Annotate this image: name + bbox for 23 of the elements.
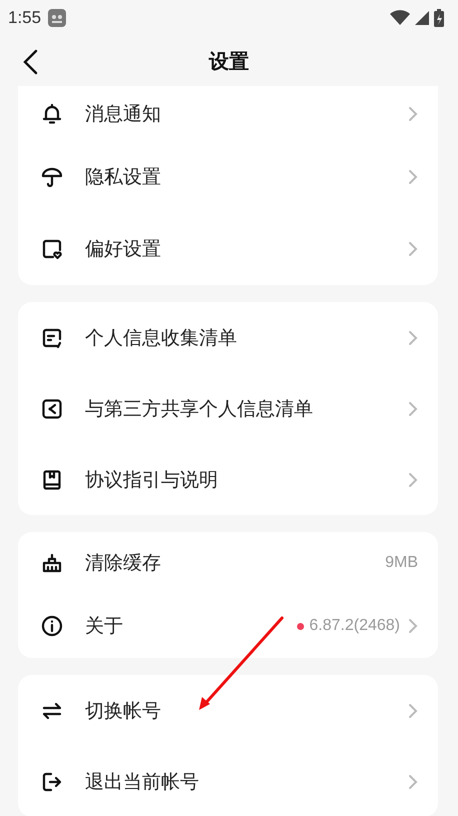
umbrella-icon [40, 165, 64, 189]
settings-item[interactable]: 个人信息收集清单 [85, 324, 237, 350]
settings-item[interactable]: 切换帐号 [85, 698, 161, 724]
app-notification-icon [47, 8, 68, 28]
page-title: 设置 [209, 48, 249, 74]
settings-item[interactable]: 协议指引与说明 [85, 466, 218, 492]
signal-icon [414, 10, 430, 26]
info-icon [40, 614, 64, 638]
bell-icon [40, 102, 64, 126]
status-time: 1:55 [8, 8, 42, 28]
settings-item[interactable]: 隐私设置 [85, 164, 161, 190]
setting-value: 6.87.2(2468) [309, 617, 400, 635]
settings-item[interactable]: 消息通知 [85, 101, 161, 127]
share-icon [40, 396, 64, 420]
battery-icon [434, 9, 444, 27]
settings-item[interactable]: 与第三方共享个人信息清单 [85, 396, 313, 422]
settings-item[interactable]: 偏好设置 [85, 236, 161, 262]
settings-item[interactable]: 关于 [85, 613, 123, 639]
broom-icon [40, 551, 64, 575]
settings-item[interactable]: 清除缓存 [85, 550, 161, 576]
settings-item[interactable]: 退出当前帐号 [85, 768, 199, 794]
wifi-icon [390, 10, 410, 26]
setting-value: 9MB [385, 554, 418, 572]
